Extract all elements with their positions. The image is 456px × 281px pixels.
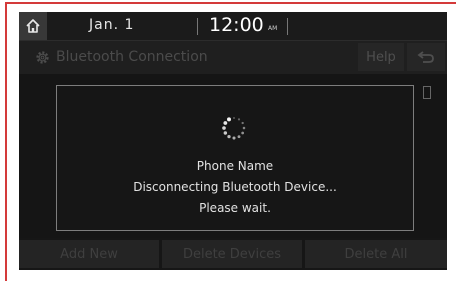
title-bar: Bluetooth Connection Help (19, 41, 447, 74)
delete-all-button[interactable]: Delete All (305, 240, 447, 268)
date-display: Jan. 1 (89, 17, 135, 33)
frame-top-line (5, 2, 456, 4)
spinner-dot (223, 131, 228, 135)
status-bar: Jan. 1 12:00 AM (19, 12, 447, 41)
gear-icon (36, 51, 49, 64)
help-button[interactable]: Help (358, 43, 404, 71)
infotainment-screen: Jan. 1 12:00 AM Bluetooth Connection Hel… (19, 12, 447, 270)
spinner-dot (223, 121, 228, 125)
loading-spinner-icon (222, 117, 246, 140)
spinner-dot (227, 135, 231, 139)
wait-message: Please wait. (199, 201, 271, 215)
frame-left-line (5, 2, 7, 281)
status-divider (197, 18, 198, 35)
spinner-dot (232, 136, 236, 140)
back-button[interactable] (407, 43, 445, 71)
spinner-dot (237, 135, 241, 139)
delete-devices-button[interactable]: Delete Devices (162, 240, 302, 268)
add-new-button[interactable]: Add New (19, 240, 159, 268)
status-divider-right (287, 18, 288, 35)
spinner-dot (241, 131, 245, 135)
spinner-dot (241, 121, 244, 125)
spinner-dot (242, 126, 246, 130)
device-name: Phone Name (196, 159, 274, 173)
clock-ampm: AM (268, 25, 278, 32)
bottom-button-bar: Add New Delete Devices Delete All (19, 238, 447, 270)
page-title: Bluetooth Connection (56, 49, 208, 65)
spinner-dot (222, 126, 226, 130)
spinner-dot (237, 118, 241, 121)
clock-time: 12:00 (209, 14, 264, 36)
home-button[interactable] (19, 12, 47, 40)
status-message: Disconnecting Bluetooth Device... (133, 180, 337, 194)
home-icon (26, 19, 40, 33)
scroll-indicator (423, 86, 431, 99)
spinner-dot (227, 117, 231, 122)
back-arrow-icon (417, 51, 434, 63)
disconnect-dialog: Phone Name Disconnecting Bluetooth Devic… (56, 85, 414, 231)
spinner-dot (233, 117, 235, 119)
